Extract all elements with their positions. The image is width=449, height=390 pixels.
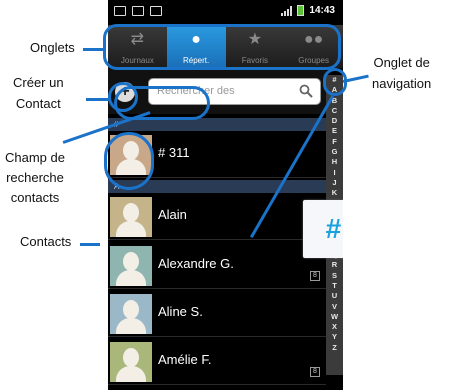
signal-icon — [281, 5, 293, 16]
index-letter[interactable]: C — [326, 106, 343, 116]
leader-line — [80, 243, 100, 246]
index-letter[interactable]: Z — [326, 343, 343, 353]
contact-name: Amélie F. — [158, 352, 212, 367]
leader-line — [86, 98, 110, 101]
popup-letter: # — [325, 213, 341, 244]
index-letter[interactable]: R — [326, 260, 343, 270]
index-letter[interactable]: K — [326, 188, 343, 198]
index-letter[interactable]: I — [326, 168, 343, 178]
status-bar: 14:43 — [108, 0, 343, 25]
search-icon[interactable] — [299, 84, 313, 98]
contact-row[interactable]: Alain — [108, 193, 326, 240]
status-time: 14:43 — [309, 5, 335, 16]
annotation-champ-recherche: Champ de recherche contacts — [5, 150, 65, 205]
index-letter[interactable]: V — [326, 302, 343, 312]
avatar — [110, 294, 152, 334]
battery-icon — [297, 5, 305, 16]
index-letter[interactable]: Y — [326, 332, 343, 342]
index-letter[interactable]: W — [326, 312, 343, 322]
avatar-highlight — [104, 132, 154, 190]
annotation-contacts: Contacts — [20, 234, 72, 249]
avatar — [110, 342, 152, 382]
avatar — [110, 197, 152, 237]
contact-row[interactable]: Amélie F. 8 — [108, 338, 326, 385]
index-popup: # — [303, 200, 343, 258]
avatar — [110, 246, 152, 286]
annotation-onglet-navigation: Onglet de navigation — [372, 55, 432, 91]
contact-name: # 311 — [158, 145, 190, 160]
notification-icon — [114, 6, 126, 16]
contact-name: Alain — [158, 207, 187, 222]
storage-badge: 8 — [310, 367, 320, 377]
contact-name: Alexandre G. — [158, 256, 234, 271]
index-letter[interactable]: E — [326, 126, 343, 136]
index-letter[interactable]: F — [326, 137, 343, 147]
index-letter[interactable]: D — [326, 116, 343, 126]
contact-row[interactable]: Aline S. — [108, 290, 326, 337]
leader-line — [83, 48, 105, 51]
index-letter[interactable]: X — [326, 322, 343, 332]
tabs-highlight — [103, 24, 341, 70]
index-letter[interactable]: U — [326, 291, 343, 301]
index-letter[interactable]: T — [326, 281, 343, 291]
annotation-onglets: Onglets — [30, 40, 75, 55]
storage-badge: 8 — [310, 271, 320, 281]
leader-line — [342, 74, 369, 83]
add-highlight — [108, 82, 138, 112]
email-icon — [150, 6, 162, 16]
index-letter[interactable]: J — [326, 178, 343, 188]
message-icon — [132, 6, 144, 16]
contact-name: Aline S. — [158, 304, 203, 319]
index-letter[interactable]: S — [326, 271, 343, 281]
index-letter[interactable]: G — [326, 147, 343, 157]
annotation-creer-contact: Créer un Contact — [13, 75, 64, 111]
contact-row[interactable]: Alexandre G. 8 — [108, 242, 326, 289]
index-letter[interactable]: H — [326, 157, 343, 167]
